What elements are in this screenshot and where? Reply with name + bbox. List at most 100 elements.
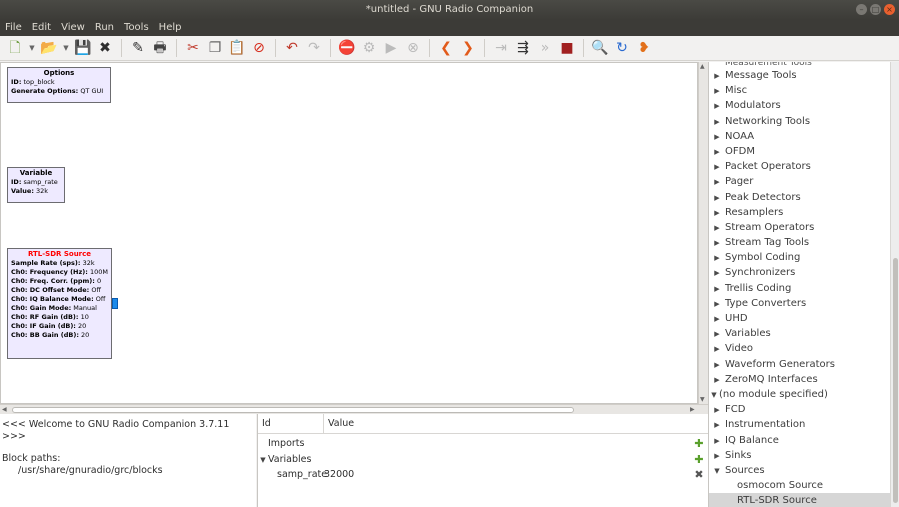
enable-icon[interactable]: ⇶ xyxy=(514,39,532,57)
expanded-triangle-icon[interactable]: ▼ xyxy=(709,388,719,403)
collapsed-triangle-icon[interactable]: ▶ xyxy=(709,449,725,464)
collapsed-triangle-icon[interactable]: ▶ xyxy=(709,191,725,206)
tree-block-rtl-sdr-source[interactable]: RTL-SDR Source xyxy=(709,493,890,507)
tree-category-video[interactable]: ▶ Video xyxy=(709,341,890,356)
undo-icon[interactable]: ↶ xyxy=(283,39,301,57)
close-window-button[interactable]: × xyxy=(884,4,895,15)
new-icon[interactable]: 🗋 xyxy=(6,39,24,57)
screenshot-icon[interactable]: ■ xyxy=(558,39,576,57)
save-icon[interactable]: 💾 xyxy=(74,39,92,57)
tree-category-message-tools[interactable]: ▶ Message Tools xyxy=(709,68,890,83)
expanded-triangle-icon[interactable]: ▼ xyxy=(709,464,725,479)
edit-icon[interactable]: ✎ xyxy=(129,39,147,57)
tree-category-synchronizers[interactable]: ▶ Synchronizers xyxy=(709,265,890,280)
column-header-id[interactable]: Id xyxy=(258,414,324,433)
kill-icon[interactable]: ⊗ xyxy=(404,39,422,57)
dropdown-arrow-icon[interactable]: ▼ xyxy=(62,39,70,57)
tree-block-osmocom-source[interactable]: osmocom Source xyxy=(709,478,890,493)
cut-icon[interactable]: ✂ xyxy=(184,39,202,57)
menu-file[interactable]: File xyxy=(0,20,27,36)
tree-category-peak-detectors[interactable]: ▶ Peak Detectors xyxy=(709,190,890,205)
tree-category-noaa[interactable]: ▶ NOAA xyxy=(709,129,890,144)
redo-icon[interactable]: ↷ xyxy=(305,39,323,57)
tree-category-networking-tools[interactable]: ▶ Networking Tools xyxy=(709,114,890,129)
tree-category-ofdm[interactable]: ▶ OFDM xyxy=(709,144,890,159)
collapsed-triangle-icon[interactable]: ▶ xyxy=(709,221,725,236)
tree-category-stream-tag-tools[interactable]: ▶ Stream Tag Tools xyxy=(709,235,890,250)
tree-category-resamplers[interactable]: ▶ Resamplers xyxy=(709,205,890,220)
tree-category-symbol-coding[interactable]: ▶ Symbol Coding xyxy=(709,250,890,265)
expanded-triangle-icon[interactable]: ▼ xyxy=(258,453,268,469)
collapsed-triangle-icon[interactable]: ▶ xyxy=(709,84,725,99)
copy-icon[interactable]: ❐ xyxy=(206,39,224,57)
execute-icon[interactable]: ▶ xyxy=(382,39,400,57)
menu-help[interactable]: Help xyxy=(154,20,187,36)
collapsed-triangle-icon[interactable]: ▶ xyxy=(709,282,725,297)
tree-category-type-converters[interactable]: ▶ Type Converters xyxy=(709,296,890,311)
collapsed-triangle-icon[interactable]: ▶ xyxy=(709,160,725,175)
collapsed-triangle-icon[interactable]: ▶ xyxy=(709,99,725,114)
tree-category-modulators[interactable]: ▶ Modulators xyxy=(709,98,890,113)
remove-variable-icon[interactable]: ✖ xyxy=(692,467,706,483)
find-icon[interactable]: 🔍 xyxy=(591,39,609,57)
bypass-icon[interactable]: ⇥ xyxy=(492,39,510,57)
options-block[interactable]: Options ID: top_block Generate Options: … xyxy=(7,67,111,103)
dropdown-arrow-icon[interactable]: ▼ xyxy=(28,39,36,57)
collapsed-triangle-icon[interactable]: ▶ xyxy=(709,297,725,312)
add-import-icon[interactable]: ✚ xyxy=(692,436,706,452)
collapsed-triangle-icon[interactable]: ▶ xyxy=(709,69,725,84)
tree-category-stream-operators[interactable]: ▶ Stream Operators xyxy=(709,220,890,235)
rotate-left-icon[interactable]: ❮ xyxy=(437,39,455,57)
tree-category-iq-balance[interactable]: ▶ IQ Balance xyxy=(709,433,890,448)
tree-category-sinks[interactable]: ▶ Sinks xyxy=(709,448,890,463)
collapsed-triangle-icon[interactable]: ▶ xyxy=(709,175,725,190)
tree-category-misc[interactable]: ▶ Misc xyxy=(709,83,890,98)
variable-block[interactable]: Variable ID: samp_rate Value: 32k xyxy=(7,167,65,203)
collapsed-triangle-icon[interactable]: ▶ xyxy=(709,115,725,130)
tree-category-pager[interactable]: ▶ Pager xyxy=(709,174,890,189)
rotate-right-icon[interactable]: ❯ xyxy=(459,39,477,57)
paste-icon[interactable]: 📋 xyxy=(228,39,246,57)
canvas-horizontal-scrollbar[interactable]: ◀ ▶ xyxy=(0,404,708,414)
tree-category-uhd[interactable]: ▶ UHD xyxy=(709,311,890,326)
scrollbar-thumb[interactable] xyxy=(12,407,574,413)
variables-row[interactable]: ▼ Variables ✚ xyxy=(258,452,708,468)
collapsed-triangle-icon[interactable]: ▶ xyxy=(709,312,725,327)
output-port[interactable] xyxy=(112,298,118,309)
menu-run[interactable]: Run xyxy=(90,20,119,36)
collapsed-triangle-icon[interactable]: ▶ xyxy=(709,251,725,266)
menu-edit[interactable]: Edit xyxy=(27,20,56,36)
variable-row-samp-rate[interactable]: samp_rate32000 ✖ xyxy=(258,467,708,483)
minimize-button[interactable]: – xyxy=(856,4,867,15)
collapsed-triangle-icon[interactable]: ▶ xyxy=(709,373,725,388)
flowgraph-canvas[interactable]: Options ID: top_block Generate Options: … xyxy=(0,62,698,404)
scroll-down-icon[interactable]: ▼ xyxy=(700,396,705,403)
tree-category-zeromq-interfaces[interactable]: ▶ ZeroMQ Interfaces xyxy=(709,372,890,387)
collapsed-triangle-icon[interactable]: ▶ xyxy=(709,418,725,433)
tree-category-waveform-generators[interactable]: ▶ Waveform Generators xyxy=(709,357,890,372)
forward-icon[interactable]: » xyxy=(536,39,554,57)
collapsed-triangle-icon[interactable]: ▶ xyxy=(709,358,725,373)
collapsed-triangle-icon[interactable]: ▶ xyxy=(709,206,725,221)
disable-icon[interactable]: ⛔ xyxy=(338,39,356,57)
print-icon[interactable]: 🖶 xyxy=(151,39,169,57)
tree-category-variables[interactable]: ▶ Variables xyxy=(709,326,890,341)
collapsed-triangle-icon[interactable]: ▶ xyxy=(709,327,725,342)
tree-category-fcd[interactable]: ▶ FCD xyxy=(709,402,890,417)
add-variable-icon[interactable]: ✚ xyxy=(692,452,706,468)
maximize-button[interactable]: □ xyxy=(870,4,881,15)
tree-category-instrumentation[interactable]: ▶ Instrumentation xyxy=(709,417,890,432)
canvas-vertical-scrollbar[interactable]: ▲ ▼ xyxy=(698,62,708,404)
tree-category-sources[interactable]: ▼ Sources xyxy=(709,463,890,478)
block-params-icon[interactable]: ❥ xyxy=(635,39,653,57)
scrollbar-thumb[interactable] xyxy=(893,258,898,503)
menu-view[interactable]: View xyxy=(56,20,90,36)
collapsed-triangle-icon[interactable]: ▶ xyxy=(709,145,725,160)
imports-row[interactable]: Imports ✚ xyxy=(258,436,708,452)
reload-icon[interactable]: ↻ xyxy=(613,39,631,57)
open-icon[interactable]: 📂 xyxy=(40,39,58,57)
column-header-value[interactable]: Value xyxy=(324,414,708,433)
tree-category-trellis-coding[interactable]: ▶ Trellis Coding xyxy=(709,281,890,296)
collapsed-triangle-icon[interactable]: ▶ xyxy=(709,130,725,145)
rtl-sdr-source-block[interactable]: RTL-SDR Source Sample Rate (sps): 32k Ch0… xyxy=(7,248,112,359)
